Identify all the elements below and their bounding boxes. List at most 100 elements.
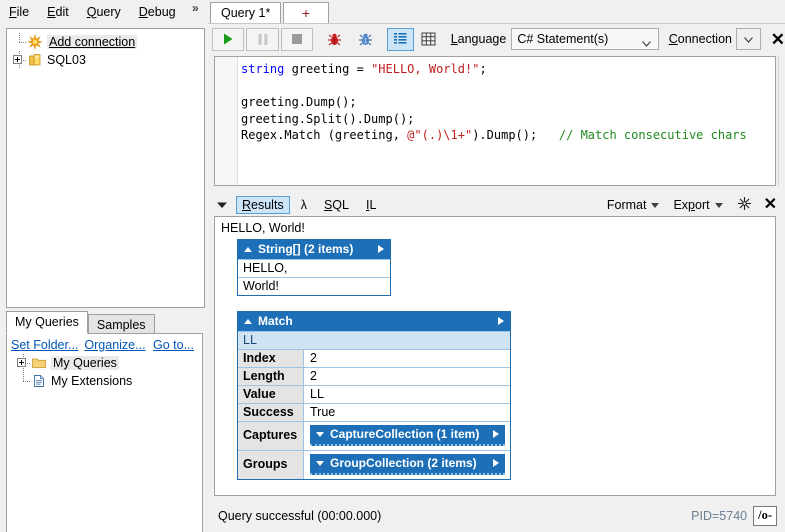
editor-vertical-scrollbar[interactable] — [778, 56, 785, 186]
property-key: Captures — [238, 422, 304, 450]
tab-results[interactable]: Results — [236, 196, 290, 214]
close-query-button[interactable]: ✕ — [771, 31, 785, 48]
collapse-triangle-icon[interactable] — [244, 319, 252, 324]
match-grid-header[interactable]: Match — [238, 312, 510, 331]
code-line: Regex.Match (greeting, @"(.)\1+").Dump()… — [241, 127, 773, 144]
close-results-button[interactable]: ✕ — [764, 197, 777, 213]
code-editor[interactable]: string greeting = "HELLO, World!"; greet… — [214, 56, 776, 186]
expand-icon[interactable] — [17, 358, 26, 367]
set-folder-link[interactable]: Set Folder... — [11, 338, 78, 352]
menu-item-query[interactable]: Query — [78, 2, 130, 23]
tree-row-add-connection[interactable]: Add connection — [7, 33, 204, 51]
process-button[interactable]: /o- — [753, 506, 777, 526]
table-row: Captures CaptureCollection (1 item) — [238, 421, 510, 450]
property-key: Value — [238, 386, 304, 403]
tree-guide-expander[interactable] — [11, 51, 27, 69]
tab-samples[interactable]: Samples — [88, 314, 155, 335]
table-row: Success True — [238, 403, 510, 421]
pause-button[interactable] — [246, 28, 278, 51]
code-line: greeting.Dump(); — [241, 94, 773, 111]
table-row: HELLO, — [238, 259, 390, 277]
results-panel: HELLO, World! String[] (2 items) HELLO, … — [214, 216, 776, 496]
expand-icon[interactable] — [13, 55, 22, 64]
menu-item-edit[interactable]: Edit — [38, 2, 78, 23]
property-value: GroupCollection (2 items) — [304, 451, 510, 479]
expand-right-icon[interactable] — [378, 245, 384, 253]
tree-guide-expander-queries[interactable] — [15, 354, 31, 372]
expand-right-icon[interactable] — [493, 459, 499, 467]
pid-label: PID=5740 — [691, 509, 747, 523]
connections-tree[interactable]: Add connection SQL03 — [6, 28, 205, 308]
queries-tab-body: Set Folder... Organize... Go to... My Qu… — [6, 333, 203, 532]
tree-row-my-queries[interactable]: My Queries — [7, 354, 202, 372]
match-value-row: LL — [238, 331, 510, 349]
string-array-grid[interactable]: String[] (2 items) HELLO, World! — [237, 239, 391, 296]
new-tab-button[interactable]: + — [283, 2, 329, 24]
run-button[interactable] — [212, 28, 244, 51]
connection-dropdown-button[interactable] — [736, 28, 761, 50]
property-value: True — [304, 404, 510, 421]
stop-button[interactable] — [281, 28, 313, 51]
language-dropdown[interactable]: C# Statement(s) — [511, 28, 658, 50]
code-line: greeting.Split().Dump(); — [241, 111, 773, 128]
string-array-grid-header[interactable]: String[] (2 items) — [238, 240, 390, 259]
match-grid[interactable]: Match LL Index 2 Length 2 Value LL — [237, 311, 511, 480]
go-to-link[interactable]: Go to... — [153, 338, 194, 352]
property-key: Success — [238, 404, 304, 421]
my-queries-node-label[interactable]: My Queries — [51, 356, 119, 370]
code-token: "HELLO, World!" — [371, 62, 479, 76]
export-menu[interactable]: Export — [673, 198, 722, 212]
menu-item-debug[interactable]: Debug — [130, 2, 185, 23]
results-toolbar: Results λ SQL IL Format Export — [208, 192, 785, 218]
table-row: Length 2 — [238, 367, 510, 385]
snowflake-icon[interactable] — [737, 196, 752, 214]
collapse-triangle-icon[interactable] — [244, 247, 252, 252]
capture-collection-button[interactable]: CaptureCollection (1 item) — [310, 425, 505, 446]
linqpad-window: File Edit Query Debug » Add co — [0, 0, 785, 532]
expand-right-icon[interactable] — [493, 430, 499, 438]
tab-il[interactable]: IL — [360, 196, 382, 214]
my-extensions-node-label[interactable]: My Extensions — [51, 374, 132, 388]
format-menu[interactable]: Format — [607, 198, 660, 212]
collapse-results-icon[interactable] — [216, 198, 228, 212]
format-label: Format — [607, 198, 647, 212]
results-view-button[interactable] — [387, 28, 414, 51]
tab-my-queries[interactable]: My Queries — [6, 311, 88, 334]
tab-lambda[interactable]: λ — [295, 196, 313, 214]
chevron-down-icon — [642, 36, 651, 50]
code-line — [241, 78, 773, 95]
menu-overflow-icon[interactable]: » — [192, 1, 198, 15]
tab-sql[interactable]: SQL — [318, 196, 355, 214]
table-row: Index 2 — [238, 349, 510, 367]
connection-label-sql03[interactable]: SQL03 — [47, 53, 86, 67]
match-grid-title: Match — [258, 314, 293, 328]
right-panel: Query 1* + — [208, 0, 785, 532]
query-toolbar: 1 — [208, 23, 785, 54]
code-token: ).Dump(); — [472, 128, 559, 142]
code-token: // Match consecutive chars — [559, 128, 747, 142]
group-collection-button[interactable]: GroupCollection (2 items) — [310, 454, 505, 475]
folder-icon — [31, 355, 47, 371]
property-key: Length — [238, 368, 304, 385]
expand-triangle-icon[interactable] — [316, 461, 324, 466]
property-value: 2 — [304, 350, 510, 367]
database-icon — [27, 52, 43, 68]
expand-right-icon[interactable] — [498, 317, 504, 325]
results-text-output: HELLO, World! — [219, 220, 775, 239]
organize-link[interactable]: Organize... — [84, 338, 145, 352]
expand-triangle-icon[interactable] — [316, 432, 324, 437]
add-connection-link[interactable]: Add connection — [47, 35, 137, 49]
debug-bug-icon[interactable] — [321, 28, 349, 51]
status-bar: Query successful (00:00.000) PID=5740 /o… — [208, 500, 785, 532]
my-queries-panel: My Queries Samples Set Folder... Organiz… — [6, 312, 203, 532]
tab-query-1[interactable]: Query 1* — [210, 2, 281, 24]
tree-guide — [11, 33, 27, 51]
language-value: C# Statement(s) — [517, 32, 608, 46]
tree-row-sql03[interactable]: SQL03 — [7, 51, 204, 69]
tree-row-my-extensions[interactable]: My Extensions — [7, 372, 202, 390]
grid-view-button[interactable] — [416, 28, 441, 51]
code-token: greeting.Dump(); — [241, 95, 357, 109]
code-text[interactable]: string greeting = "HELLO, World!"; greet… — [241, 61, 773, 144]
debug-step-bug-icon[interactable]: 1 — [351, 28, 379, 51]
menu-item-file[interactable]: File — [0, 2, 38, 23]
